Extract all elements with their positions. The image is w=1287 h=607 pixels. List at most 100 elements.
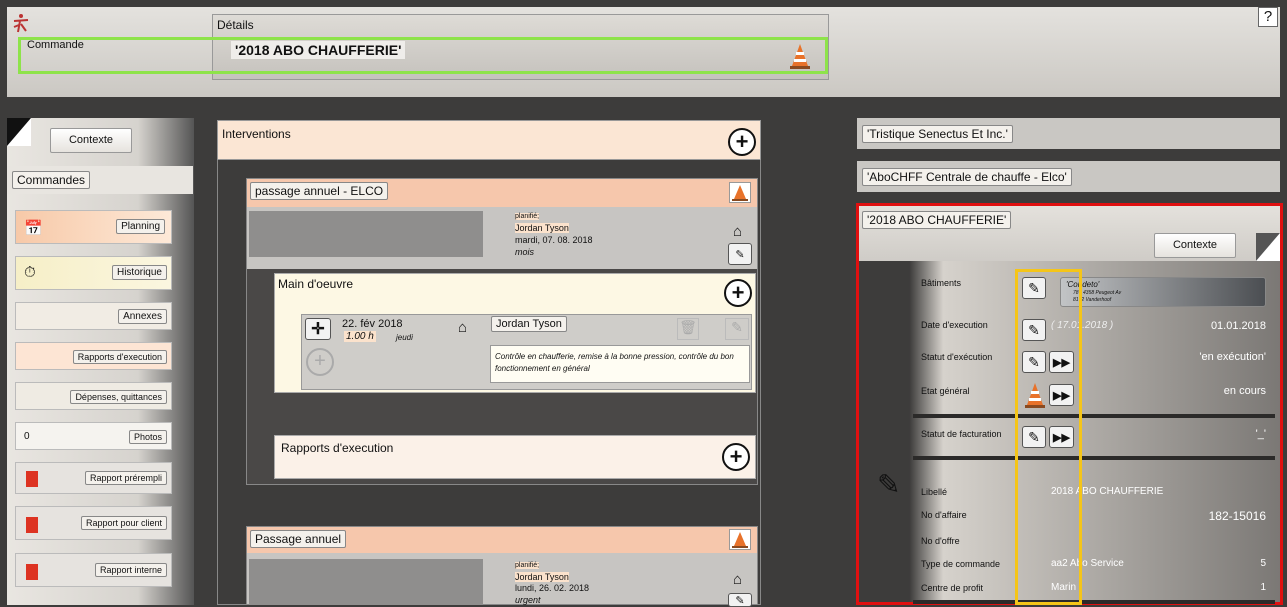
- sidebar-item-rapport-interne[interactable]: Rapport interne: [15, 553, 172, 587]
- statut-fact-label: Statut de facturation: [921, 429, 1002, 439]
- offre-label: No d'offre: [921, 536, 960, 546]
- help-button[interactable]: ?: [1258, 7, 1278, 27]
- sidebar-item-rapports[interactable]: Rapports d'execution: [15, 342, 172, 370]
- centre-num: 1: [1260, 582, 1266, 593]
- order-detail-header: '2018 ABO CHAUFFERIE' Contexte: [859, 206, 1280, 261]
- sidebar-item-historique[interactable]: ⏱ Historique: [15, 256, 172, 290]
- planning-label: Planning: [116, 219, 165, 234]
- site-row[interactable]: 'AboCHFF Centrale de chauffe - Elco': [857, 161, 1280, 192]
- interventions-header: Interventions +: [217, 120, 761, 160]
- left-contexte-button[interactable]: Contexte: [50, 128, 132, 153]
- right-order-title: '2018 ABO CHAUFFERIE': [862, 211, 1012, 229]
- site-label: 'AboCHFF Centrale de chauffe - Elco': [862, 168, 1072, 186]
- rapport-prerempli-label: Rapport prérempli: [84, 471, 167, 485]
- home-icon[interactable]: ⌂: [458, 319, 467, 336]
- centre-label: Centre de profit: [921, 583, 984, 593]
- statut-exec-value: 'en exécution': [1199, 351, 1266, 363]
- sidebar-item-photos[interactable]: 0 Photos: [15, 422, 172, 450]
- trash-icon[interactable]: 🗑: [677, 318, 699, 340]
- sidebar-item-rapport-client[interactable]: Rapport pour client: [15, 506, 172, 540]
- calendar-icon: 📅: [24, 220, 43, 237]
- date-exec-value[interactable]: 01.01.2018: [1160, 320, 1266, 332]
- right-contexte-button[interactable]: Contexte: [1154, 233, 1236, 258]
- labour-hours: 1.00 h: [344, 331, 376, 342]
- labour-description: Contrôle en chaufferie, remise à la bonn…: [495, 352, 734, 373]
- labour-entry: ✛ 22. fév 2018 1.00 h jeudi ⌂ Jordan Tys…: [301, 314, 752, 390]
- add-main-oeuvre-button[interactable]: +: [724, 279, 752, 307]
- main-oeuvre-title: Main d'oeuvre: [278, 277, 353, 291]
- rapport-client-label: Rapport pour client: [80, 516, 167, 530]
- card1: passage annuel - ELCO planifié; Jordan T…: [246, 178, 758, 485]
- card2-title: Passage annuel: [250, 530, 347, 548]
- client-label: 'Tristique Senectus Et Inc.': [862, 125, 1013, 143]
- edit-icon[interactable]: ✎: [725, 318, 749, 340]
- add-intervention-button[interactable]: +: [728, 128, 756, 156]
- stopwatch-icon: ⏱: [24, 264, 36, 281]
- card2: Passage annuel planifié; Jordan Tyson lu…: [246, 526, 758, 607]
- card1-freq: mois: [515, 247, 535, 257]
- panel-corner-icon[interactable]: [1256, 233, 1280, 261]
- etat-label: Etat général: [921, 386, 970, 396]
- card1-image-area: [249, 211, 483, 257]
- sidebar-item-annexes[interactable]: Annexes: [15, 302, 172, 330]
- interventions-title: Interventions: [222, 127, 291, 141]
- app-logo-icon: [10, 12, 32, 34]
- sidebar-corner-icon[interactable]: [7, 118, 31, 146]
- labour-day: jeudi: [396, 333, 413, 342]
- field-divider: [913, 414, 1275, 418]
- traffic-cone-icon[interactable]: [729, 182, 751, 203]
- sidebar-item-rapport-prerempli[interactable]: Rapport prérempli: [15, 462, 172, 494]
- card1-header[interactable]: passage annuel - ELCO: [247, 179, 757, 207]
- commandes-header[interactable]: Commandes: [7, 166, 193, 194]
- labour-description-box[interactable]: Contrôle en chaufferie, remise à la bonn…: [490, 345, 750, 383]
- sidebar-item-planning[interactable]: 📅 Planning: [15, 210, 172, 244]
- add-rapport-button[interactable]: +: [722, 443, 750, 471]
- commandes-label: Commandes: [12, 171, 91, 189]
- rapports-panel: Rapports d'execution +: [274, 435, 756, 479]
- type-label: Type de commande: [921, 559, 1001, 569]
- card1-tech: Jordan Tyson: [515, 223, 569, 233]
- green-highlight: [18, 37, 828, 74]
- card2-image-area: [249, 559, 483, 605]
- big-edit-icon[interactable]: ✎: [877, 468, 900, 501]
- batiment-card[interactable]: 'Condeto' 78 - 4358 Peugeot Av 8172 Vand…: [1060, 277, 1266, 307]
- statut-exec-label: Statut d'exécution: [921, 352, 993, 362]
- statut-fact-value: '_': [1255, 428, 1266, 440]
- rapport-interne-label: Rapport interne: [94, 563, 167, 577]
- left-contexte-label: Contexte: [68, 134, 114, 146]
- etat-value: en cours: [1223, 385, 1266, 397]
- move-icon[interactable]: ✛: [305, 318, 331, 340]
- home-icon[interactable]: ⌂: [733, 223, 742, 240]
- libelle-label: Libellé: [921, 487, 948, 497]
- traffic-cone-icon[interactable]: [729, 529, 751, 550]
- client-row[interactable]: 'Tristique Senectus Et Inc.': [857, 118, 1280, 149]
- details-label: Détails: [217, 18, 254, 32]
- rapports-label: Rapports d'execution: [72, 350, 167, 364]
- type-num: 5: [1260, 558, 1266, 569]
- home-icon[interactable]: ⌂: [733, 571, 742, 588]
- pdf-icon: [26, 471, 38, 487]
- card1-title: passage annuel - ELCO: [250, 182, 389, 200]
- affaire-value[interactable]: 182-15016: [1160, 509, 1266, 523]
- card2-planned: planifié;: [515, 562, 540, 569]
- sidebar-item-depenses[interactable]: Dépenses, quittances: [15, 382, 172, 410]
- annexes-label: Annexes: [118, 309, 167, 324]
- historique-label: Historique: [111, 265, 167, 280]
- batiments-label: Bâtiments: [921, 278, 962, 288]
- photos-count: 0: [24, 431, 30, 442]
- labour-date: 22. fév 2018: [342, 318, 403, 330]
- edit-icon[interactable]: ✎: [728, 243, 752, 265]
- pdf-icon: [26, 564, 38, 580]
- depenses-label: Dépenses, quittances: [70, 390, 167, 404]
- card2-date: lundi, 26. 02. 2018: [515, 583, 590, 593]
- field-divider: [913, 456, 1275, 460]
- field-divider: [913, 600, 1275, 604]
- card2-freq: urgent: [515, 595, 541, 605]
- date-exec-label: Date d'execution: [921, 320, 988, 330]
- right-contexte-label: Contexte: [1172, 239, 1218, 251]
- add-circle-icon[interactable]: +: [306, 348, 334, 376]
- pdf-icon: [26, 517, 38, 533]
- yellow-highlight: [1015, 269, 1082, 605]
- labour-worker[interactable]: Jordan Tyson: [491, 316, 567, 332]
- card2-header[interactable]: Passage annuel: [247, 527, 757, 553]
